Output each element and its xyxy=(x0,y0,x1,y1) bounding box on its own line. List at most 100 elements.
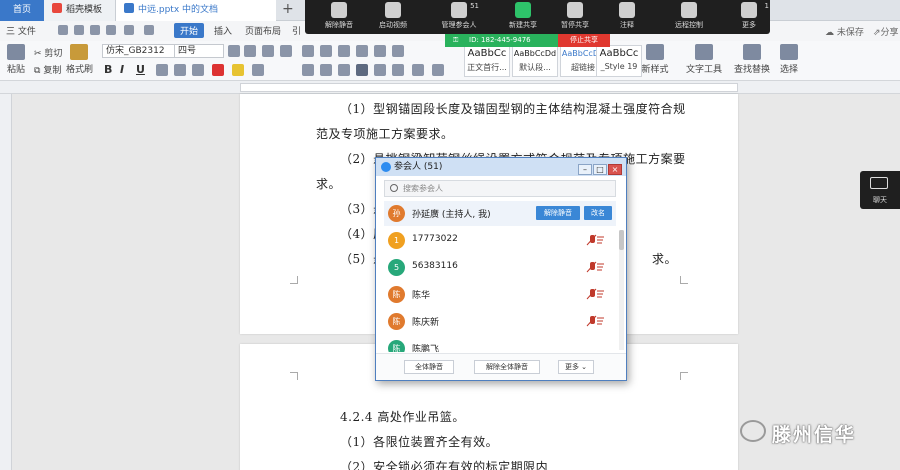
style-sample: AaBbCcDd xyxy=(513,49,557,58)
cut-label: 剪切 xyxy=(44,49,63,59)
find-replace-button[interactable]: 查找替换 xyxy=(732,44,772,75)
menu-layout[interactable]: 页面布局 xyxy=(245,24,281,37)
style-default-paragraph[interactable]: AaBbCcDd 默认段... xyxy=(512,45,558,77)
participants-more-button[interactable]: 更多 ⌄ xyxy=(558,360,594,374)
italic-button[interactable]: I xyxy=(120,63,124,76)
save-icon[interactable] xyxy=(58,25,68,35)
pause-share-button[interactable]: 暂停共享 xyxy=(549,2,601,30)
shading-icon[interactable] xyxy=(412,64,424,76)
participant-name: 陈庆新 xyxy=(412,318,440,328)
superscript-icon[interactable] xyxy=(174,64,186,76)
participant-search-input[interactable]: 搜索参会人 xyxy=(384,180,616,197)
style-normal-indent[interactable]: AaBbCc 正文首行... xyxy=(464,45,510,77)
align-right-icon[interactable] xyxy=(338,64,350,76)
mic-off-icon[interactable] xyxy=(584,261,606,273)
maximize-icon[interactable]: □ xyxy=(593,164,607,175)
rename-button[interactable]: 改名 xyxy=(584,206,612,220)
phonetic-icon[interactable] xyxy=(280,45,292,57)
unmute-button[interactable]: 解除静音 xyxy=(313,2,365,30)
highlight-icon[interactable] xyxy=(232,64,244,76)
mic-off-icon[interactable] xyxy=(584,234,606,246)
participant-list-scrollbar[interactable] xyxy=(619,230,624,350)
participant-row[interactable]: 陈 陈庆新 xyxy=(384,309,616,334)
copy-button[interactable]: ⧉ 复制 xyxy=(34,63,61,76)
menu-file[interactable]: 三 文件 xyxy=(6,24,36,37)
chat-icon xyxy=(870,177,888,189)
style-19[interactable]: AaBbCc _Style 19 xyxy=(596,45,642,77)
participant-row[interactable]: 陈 陈华 xyxy=(384,282,616,307)
strikethrough-icon[interactable] xyxy=(156,64,168,76)
char-shading-icon[interactable] xyxy=(252,64,264,76)
mic-off-icon[interactable] xyxy=(584,315,606,327)
stop-share-button[interactable]: 停止共享 xyxy=(558,34,610,47)
underline-button[interactable]: U xyxy=(136,63,145,76)
indent-increase-icon[interactable] xyxy=(356,45,368,57)
ruler-track[interactable] xyxy=(240,83,738,92)
meeting-toolbar: 解除静音 启动视频 管理参会人 51 新建共享 暂停共享 注释 远程控制 更多 1 xyxy=(305,0,770,34)
sort-icon[interactable] xyxy=(374,45,386,57)
chat-widget[interactable]: 聊天 xyxy=(860,171,900,209)
align-left-icon[interactable] xyxy=(302,64,314,76)
style-sample: AaBbCc xyxy=(467,48,507,59)
menu-reference[interactable]: 引 xyxy=(292,24,301,37)
bold-button[interactable]: B xyxy=(104,63,112,76)
paste-button[interactable]: 粘贴 xyxy=(4,44,28,75)
select-button[interactable]: 选择 xyxy=(776,44,802,75)
justify-icon[interactable] xyxy=(356,64,368,76)
annotate-button[interactable]: 注释 xyxy=(601,2,653,30)
start-video-button[interactable]: 启动视频 xyxy=(367,2,419,30)
mute-all-button[interactable]: 全体静音 xyxy=(404,360,454,374)
participant-row[interactable]: 5 56383116 xyxy=(384,255,616,280)
show-marks-icon[interactable] xyxy=(392,45,404,57)
host-unmute-button[interactable]: 解除静音 xyxy=(536,206,580,220)
tab-document[interactable]: 中远.pptx 中的文档 xyxy=(116,0,276,21)
new-tab-button[interactable]: + xyxy=(282,1,294,17)
text-tools-button[interactable]: 文字工具 xyxy=(684,44,724,75)
close-icon[interactable]: × xyxy=(608,164,622,175)
more-button[interactable]: 更多 1 xyxy=(723,2,775,30)
unmute-all-button[interactable]: 解除全体静音 xyxy=(474,360,540,374)
share-button[interactable]: ⇗分享 xyxy=(873,25,899,38)
manage-participants-button[interactable]: 管理参会人 51 xyxy=(433,2,485,30)
font-color-icon[interactable] xyxy=(212,64,224,76)
new-style-button[interactable]: 新样式 xyxy=(640,44,670,75)
participants-window-title[interactable]: 参会人 (51) – □ × xyxy=(376,158,626,176)
remote-control-button[interactable]: 远程控制 xyxy=(663,2,715,30)
find-replace-label: 查找替换 xyxy=(733,65,770,75)
share-icon: ⇗ xyxy=(873,28,881,38)
minimize-icon[interactable]: – xyxy=(578,164,592,175)
participant-row-host[interactable]: 孙 孙延廣 (主持人, 我) 解除静音 改名 xyxy=(384,201,616,226)
numbering-icon[interactable] xyxy=(320,45,332,57)
tab-template[interactable]: 稻壳模板 xyxy=(44,0,116,21)
cut-button[interactable]: ✂ 剪切 xyxy=(34,46,62,59)
start-video-label: 启动视频 xyxy=(379,21,407,29)
bullets-icon[interactable] xyxy=(302,45,314,57)
print-icon[interactable] xyxy=(74,25,84,35)
shrink-font-icon[interactable] xyxy=(244,45,256,57)
participant-row[interactable]: 陈 陈鹏飞 xyxy=(384,336,616,352)
menu-insert[interactable]: 插入 xyxy=(214,24,232,37)
distribute-icon[interactable] xyxy=(374,64,386,76)
avatar: 1 xyxy=(388,232,405,249)
format-painter-button[interactable]: 格式刷 xyxy=(66,44,93,75)
font-size-select[interactable]: 四号 xyxy=(174,44,224,58)
unsaved-status[interactable]: ☁ 未保存 xyxy=(825,25,864,38)
borders-icon[interactable] xyxy=(432,64,444,76)
line-spacing-icon[interactable] xyxy=(392,64,404,76)
clear-format-icon[interactable] xyxy=(262,45,274,57)
subscript-icon[interactable] xyxy=(192,64,204,76)
mic-off-icon[interactable] xyxy=(584,288,606,300)
tab-home[interactable]: 首页 xyxy=(0,0,44,21)
new-share-button[interactable]: 新建共享 xyxy=(497,2,549,30)
participant-row[interactable]: 1 17773022 xyxy=(384,228,616,253)
indent-decrease-icon[interactable] xyxy=(338,45,350,57)
grow-font-icon[interactable] xyxy=(228,45,240,57)
horizontal-ruler xyxy=(0,81,900,94)
undo-icon[interactable] xyxy=(124,25,134,35)
export-icon[interactable] xyxy=(106,25,116,35)
redo-icon[interactable] xyxy=(144,25,154,35)
preview-icon[interactable] xyxy=(90,25,100,35)
scrollbar-thumb[interactable] xyxy=(619,230,624,250)
align-center-icon[interactable] xyxy=(320,64,332,76)
menu-start[interactable]: 开始 xyxy=(174,23,205,38)
